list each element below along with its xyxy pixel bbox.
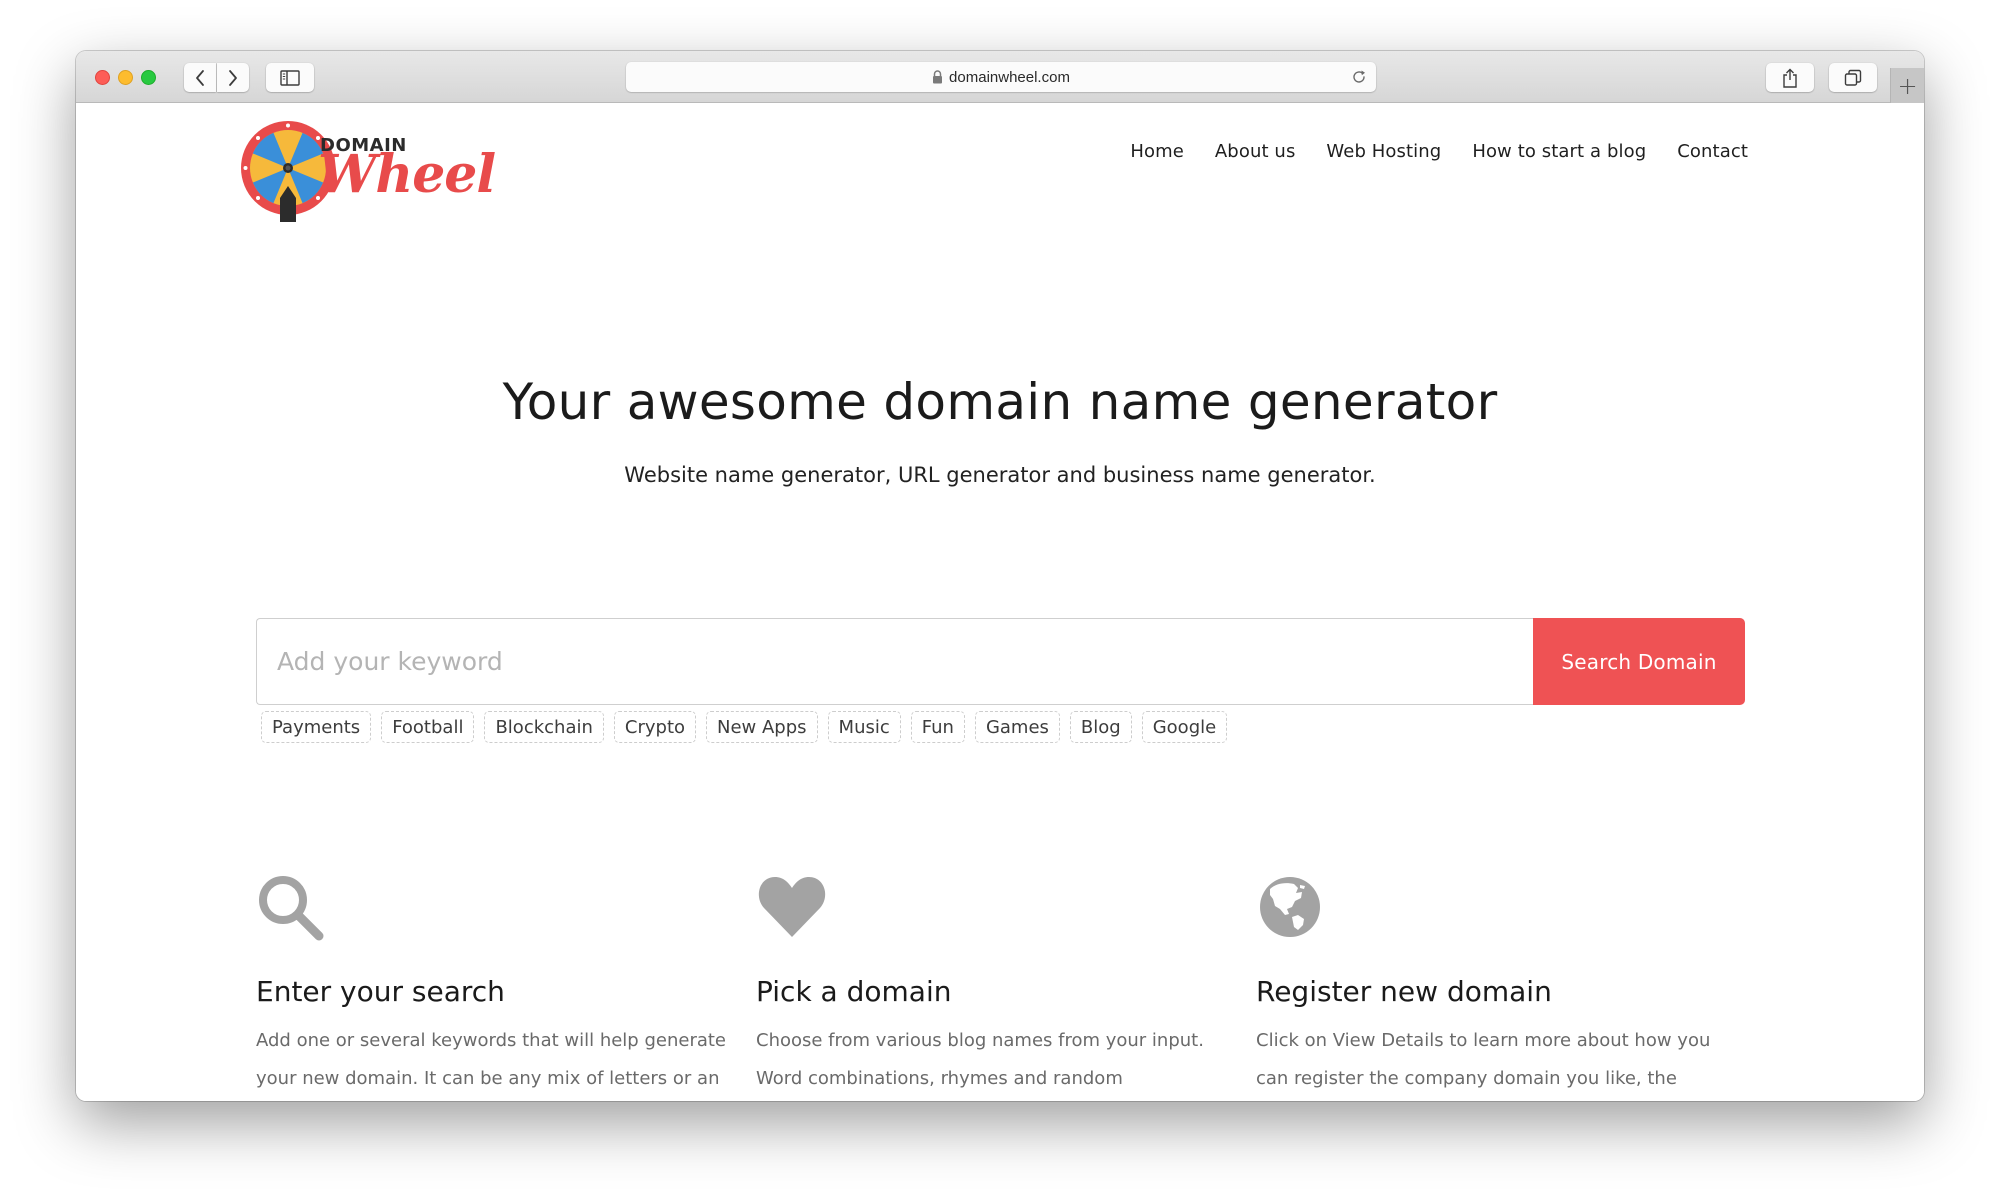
feature-enter-search: Enter your search Add one or several key… (256, 873, 756, 1101)
heart-icon (758, 877, 826, 937)
feature-title: Register new domain (1256, 975, 1552, 1008)
search-icon (259, 876, 324, 941)
browser-window: domainwheel.com + DOMAIN Wheel Home Abou… (76, 51, 1924, 1101)
reload-icon[interactable] (1350, 68, 1368, 90)
close-window-button[interactable] (95, 70, 110, 85)
minimize-window-button[interactable] (118, 70, 133, 85)
page-subtitle: Website name generator, URL generator an… (624, 463, 1376, 487)
site-logo[interactable]: DOMAIN Wheel (238, 118, 523, 223)
globe-icon (1260, 877, 1320, 937)
tag-football[interactable]: Football (381, 711, 475, 743)
tag-blockchain[interactable]: Blockchain (484, 711, 604, 743)
search-domain-button[interactable]: Search Domain (1533, 618, 1745, 705)
feature-title: Enter your search (256, 975, 505, 1008)
share-icon (1783, 68, 1797, 88)
sidebar-toggle-button[interactable] (266, 63, 314, 92)
features-section: Enter your search Add one or several key… (256, 873, 1756, 1101)
lock-icon (932, 70, 943, 84)
nav-web-hosting[interactable]: Web Hosting (1326, 141, 1441, 162)
web-page: DOMAIN Wheel Home About us Web Hosting H… (76, 103, 1924, 1101)
feature-description: Add one or several keywords that will he… (256, 1030, 727, 1089)
tag-games[interactable]: Games (974, 711, 1060, 743)
feature-register-domain: Register new domain Click on View Detail… (1256, 873, 1756, 1101)
domain-search-form: Search Domain (256, 618, 1745, 705)
feature-pick-domain: Pick a domain Choose from various blog n… (756, 873, 1256, 1101)
chevron-right-icon (229, 69, 237, 86)
tag-crypto[interactable]: Crypto (613, 711, 697, 743)
keyword-suggestion-tags: Payments Football Blockchain Crypto New … (261, 711, 1228, 743)
url-text: domainwheel.com (949, 68, 1070, 86)
feature-description: Click on View Details to learn more abou… (1256, 1030, 1711, 1089)
plus-icon: + (1897, 71, 1918, 100)
main-nav: Home About us Web Hosting How to start a… (1130, 141, 1748, 162)
tag-blog[interactable]: Blog (1069, 711, 1132, 743)
sidebar-icon (280, 69, 300, 86)
back-button[interactable] (184, 63, 216, 92)
share-button[interactable] (1766, 63, 1814, 92)
tabs-overview-icon (1844, 69, 1862, 86)
keyword-input[interactable] (256, 618, 1533, 705)
forward-button[interactable] (217, 63, 249, 92)
nav-home[interactable]: Home (1130, 141, 1184, 162)
show-tabs-button[interactable] (1829, 63, 1877, 92)
new-tab-button[interactable]: + (1890, 68, 1924, 103)
tag-google[interactable]: Google (1141, 711, 1228, 743)
tag-new-apps[interactable]: New Apps (706, 711, 818, 743)
browser-toolbar: domainwheel.com + (76, 51, 1924, 103)
tag-payments[interactable]: Payments (261, 711, 372, 743)
nav-how-to-start-a-blog[interactable]: How to start a blog (1472, 141, 1646, 162)
maximize-window-button[interactable] (141, 70, 156, 85)
tag-fun[interactable]: Fun (910, 711, 965, 743)
feature-title: Pick a domain (756, 975, 952, 1008)
chevron-left-icon (196, 69, 204, 86)
nav-contact[interactable]: Contact (1677, 141, 1748, 162)
address-bar[interactable]: domainwheel.com (626, 62, 1376, 92)
logo-wheel-text: Wheel (318, 144, 496, 205)
tag-music[interactable]: Music (827, 711, 901, 743)
nav-about-us[interactable]: About us (1215, 141, 1296, 162)
feature-description: Choose from various blog names from your… (756, 1030, 1204, 1089)
page-title: Your awesome domain name generator (502, 373, 1498, 431)
